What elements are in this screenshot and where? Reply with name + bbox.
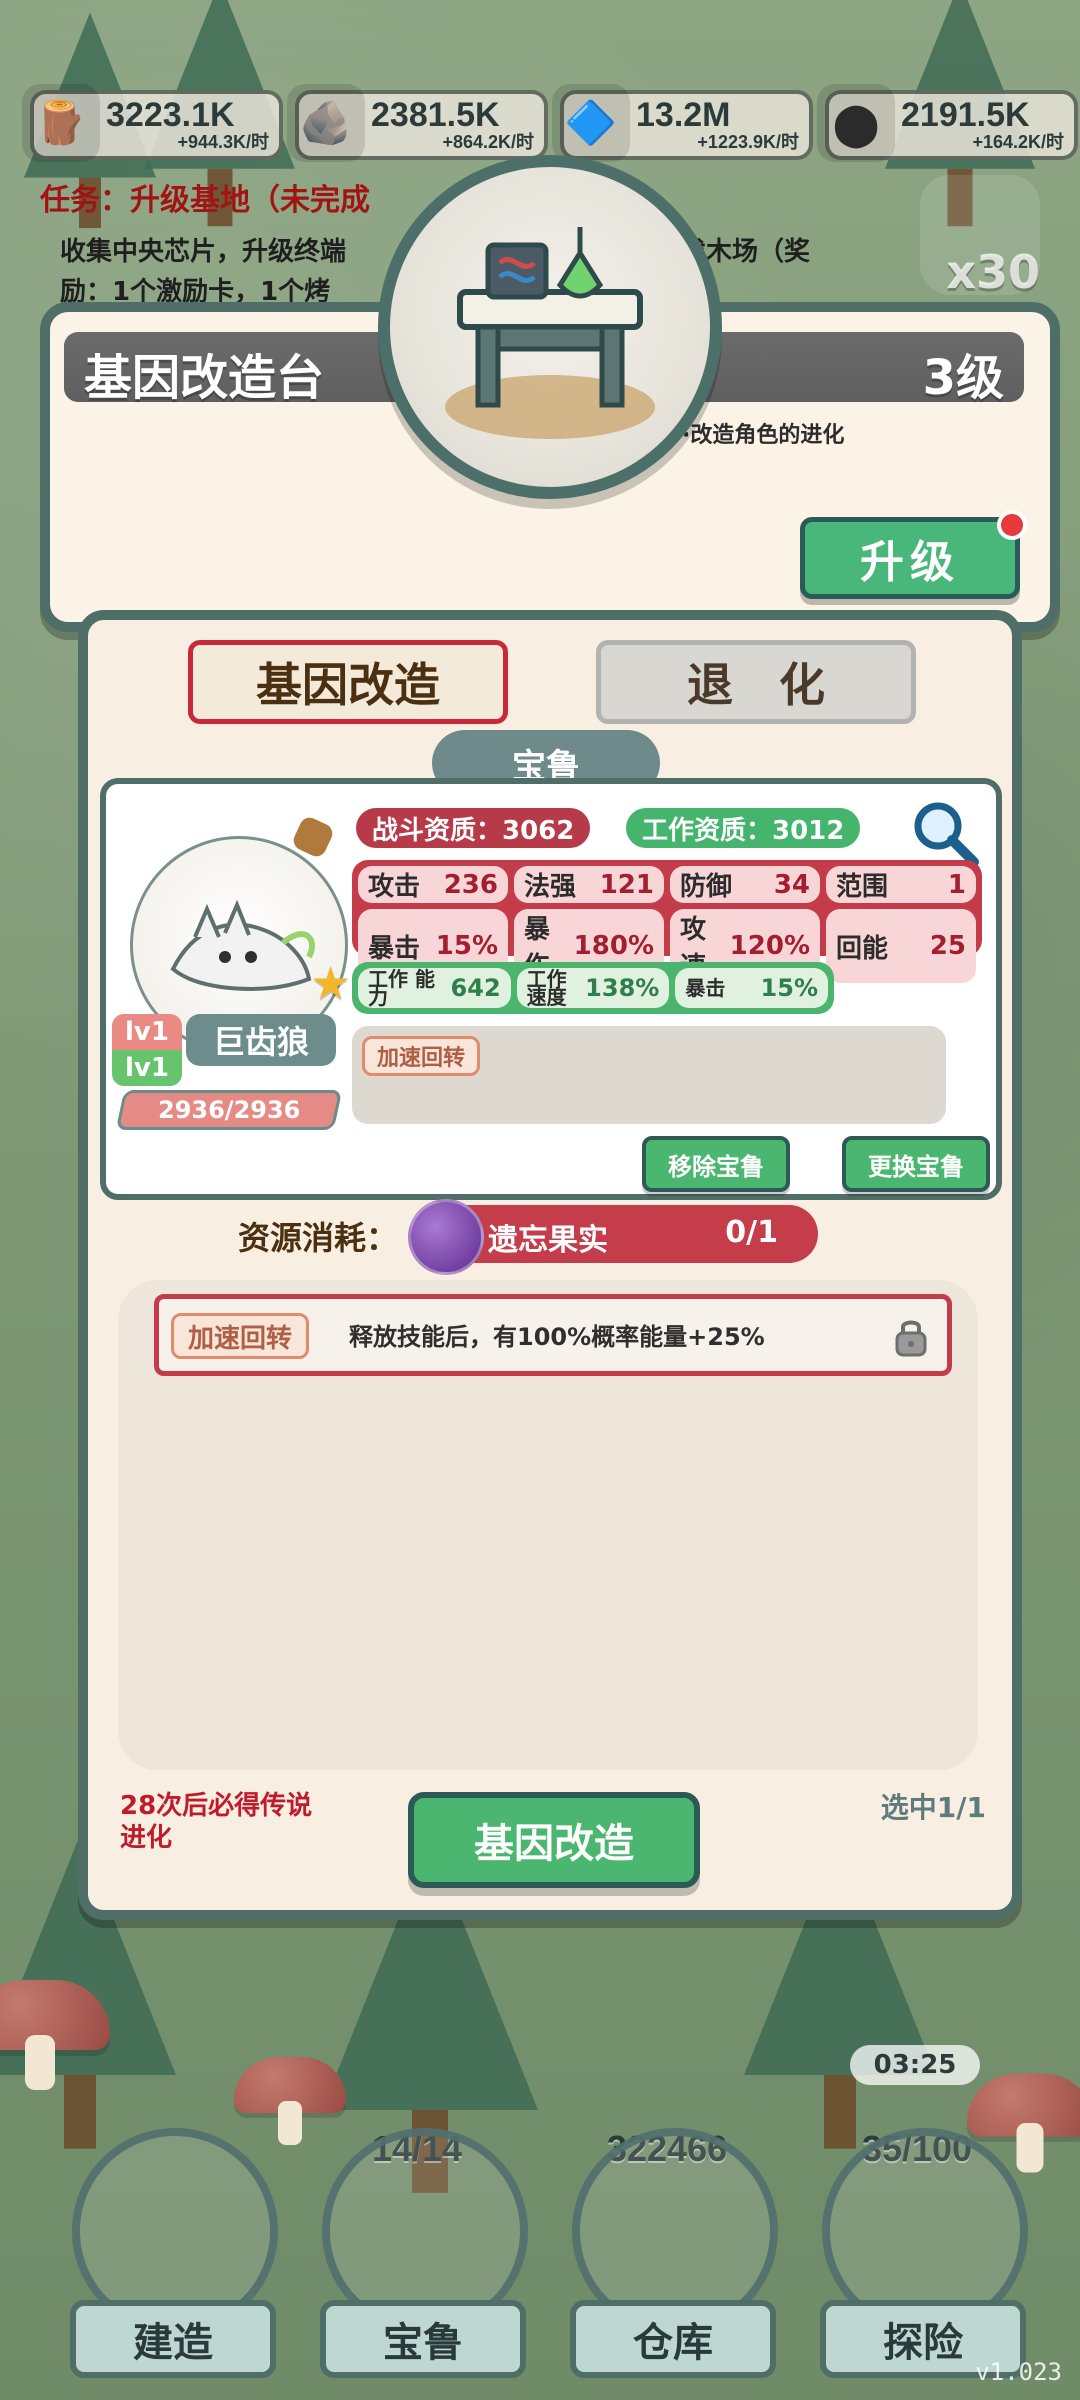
coal-icon: ⬤ <box>817 84 895 162</box>
building-level: 3级 <box>922 350 1004 406</box>
upgrade-button[interactable]: 升级 <box>800 510 1027 599</box>
nav-pets-label: 宝鲁 <box>320 2300 526 2378</box>
pet-name: 巨齿狼 <box>186 1014 336 1066</box>
notification-dot <box>997 510 1027 540</box>
effects-area: 加速回转 释放技能后，有100%概率能量+25% <box>118 1280 978 1770</box>
pet-hp-bar: 2936/2936 <box>115 1090 343 1130</box>
level-badges: lv1 lv1 <box>112 1014 182 1086</box>
crystal-icon: 🔷 <box>552 84 630 162</box>
stat-defense: 防御 34 <box>670 866 820 903</box>
task-line-2: 收集中央芯片，升级终端 <box>60 237 347 267</box>
nav-warehouse-label: 仓库 <box>570 2300 776 2378</box>
consume-item-count: 0/1 <box>725 1215 778 1250</box>
pet-card: ★ lv1 lv1 巨齿狼 2936/2936 战斗资质：3062 工作资质：3… <box>100 778 1002 1200</box>
crystal-rate: +1223.9K/时 <box>697 132 799 152</box>
side-hand-badge[interactable]: x30 <box>920 175 1040 299</box>
multiplier-text: x30 <box>946 245 1040 299</box>
skill-slot: 加速回转 <box>352 1026 946 1124</box>
coal-rate: +164.2K/时 <box>972 132 1064 152</box>
version-text: v1.023 <box>975 2358 1062 2386</box>
legend-guarantee-text: 28次后必得传说 进化 <box>120 1791 313 1853</box>
forgotten-fruit-icon <box>408 1199 484 1275</box>
resource-consumption: 资源消耗： 遗忘果实 0/1 <box>238 1199 878 1275</box>
effect-tag: 加速回转 <box>171 1313 310 1359</box>
level-badge-b: lv1 <box>112 1050 182 1086</box>
level-badge-a: lv1 <box>112 1014 182 1050</box>
stat-work-ability: 工作 能力 642 <box>358 968 511 1008</box>
task-title: 任务：升级基地（未完成 <box>40 183 370 218</box>
work-quality-badge: 工作资质：3012 <box>626 808 861 848</box>
resource-coal[interactable]: ⬤ 2191.5K +164.2K/时 <box>817 84 1078 162</box>
effect-text: 释放技能后，有100%概率能量+25% <box>349 1323 765 1351</box>
bottom-nav: 建造 14/14 宝鲁 322466 仓库 35/100 探险 <box>0 1990 1080 2400</box>
stat-work-crit: 暴击 15% <box>675 968 828 1008</box>
stat-work-speed: 工作 速度 138% <box>516 968 670 1008</box>
stat-energy-regen: 回能 25 <box>826 909 976 983</box>
star-icon: ★ <box>310 956 352 1010</box>
consume-item-pill: 遗忘果实 0/1 <box>408 1199 818 1275</box>
stat-range: 范围 1 <box>826 866 976 903</box>
wood-icon: 🪵 <box>22 84 100 162</box>
consume-label: 资源消耗： <box>238 1219 399 1257</box>
lab-table-icon <box>445 227 655 439</box>
replace-pet-button[interactable]: 更换宝鲁 <box>842 1136 990 1192</box>
resource-wood[interactable]: 🪵 3223.1K +944.3K/时 <box>22 84 283 162</box>
resource-bar: 🪵 3223.1K +944.3K/时 🪨 2381.5K +864.2K/时 … <box>22 84 1078 162</box>
stat-attack: 攻击 236 <box>358 866 508 903</box>
search-icon[interactable] <box>906 794 982 870</box>
gene-modify-panel: 基因改造 退 化 宝鲁 ★ lv1 lv1 巨齿狼 2936/2936 战斗资质… <box>78 610 1022 1920</box>
stone-icon: 🪨 <box>287 84 365 162</box>
wood-rate: +944.3K/时 <box>177 132 269 152</box>
pet-hp-text: 2936/2936 <box>157 1096 301 1124</box>
building-title: 基因改造台 <box>84 350 325 406</box>
stone-rate: +864.2K/时 <box>442 132 534 152</box>
remove-pet-button[interactable]: 移除宝鲁 <box>642 1136 790 1192</box>
consume-item-name: 遗忘果实 <box>488 1223 608 1258</box>
nav-pets[interactable]: 14/14 宝鲁 <box>302 2058 532 2378</box>
fight-quality-badge: 战斗资质：3062 <box>356 808 591 848</box>
stat-magic: 法强 121 <box>514 866 664 903</box>
work-stats: 工作 能力 642 工作 速度 138% 暴击 15% <box>352 962 834 1014</box>
upgrade-button-label: 升级 <box>860 537 960 588</box>
nav-build-label: 建造 <box>70 2300 276 2378</box>
gene-modify-button[interactable]: 基因改造 <box>408 1792 700 1888</box>
nav-warehouse[interactable]: 322466 仓库 <box>552 2058 782 2378</box>
nav-explore[interactable]: 35/100 探险 <box>802 2058 1032 2378</box>
tab-devolve[interactable]: 退 化 <box>596 640 916 724</box>
building-illustration <box>378 155 722 499</box>
effect-row[interactable]: 加速回转 释放技能后，有100%概率能量+25% <box>154 1294 952 1376</box>
combat-stats: 攻击236 法强121 防御34 范围1 暴击15% 暴伤180% 攻速120%… <box>352 860 982 983</box>
lock-icon <box>889 1315 933 1359</box>
resource-stone[interactable]: 🪨 2381.5K +864.2K/时 <box>287 84 548 162</box>
selection-count: 选中1/1 <box>880 1791 986 1824</box>
tab-gene-modify[interactable]: 基因改造 <box>188 640 508 724</box>
resource-crystal[interactable]: 🔷 13.2M +1223.9K/时 <box>552 84 813 162</box>
nav-build[interactable]: 建造 <box>52 2058 282 2378</box>
skill-tag: 加速回转 <box>362 1036 481 1076</box>
